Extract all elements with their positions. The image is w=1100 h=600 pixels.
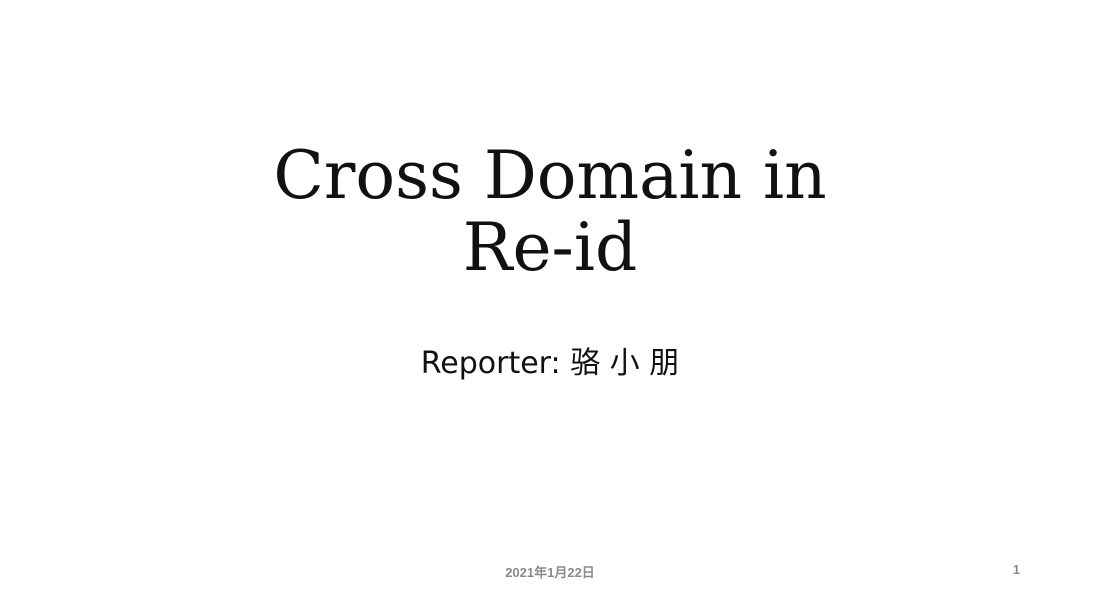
- slide-subtitle: Reporter: 骆 小 朋: [420, 346, 680, 381]
- slide-title: Cross Domain in Re-id: [0, 140, 1100, 284]
- footer-date: 2021年1月22日: [505, 565, 595, 580]
- slide-title-line-2: Re-id: [462, 209, 638, 286]
- slide: Cross Domain in Re-id Reporter: 骆 小 朋 20…: [0, 0, 1100, 600]
- slide-title-line-1: Cross Domain in: [273, 137, 827, 214]
- page-number: 1: [1012, 562, 1020, 577]
